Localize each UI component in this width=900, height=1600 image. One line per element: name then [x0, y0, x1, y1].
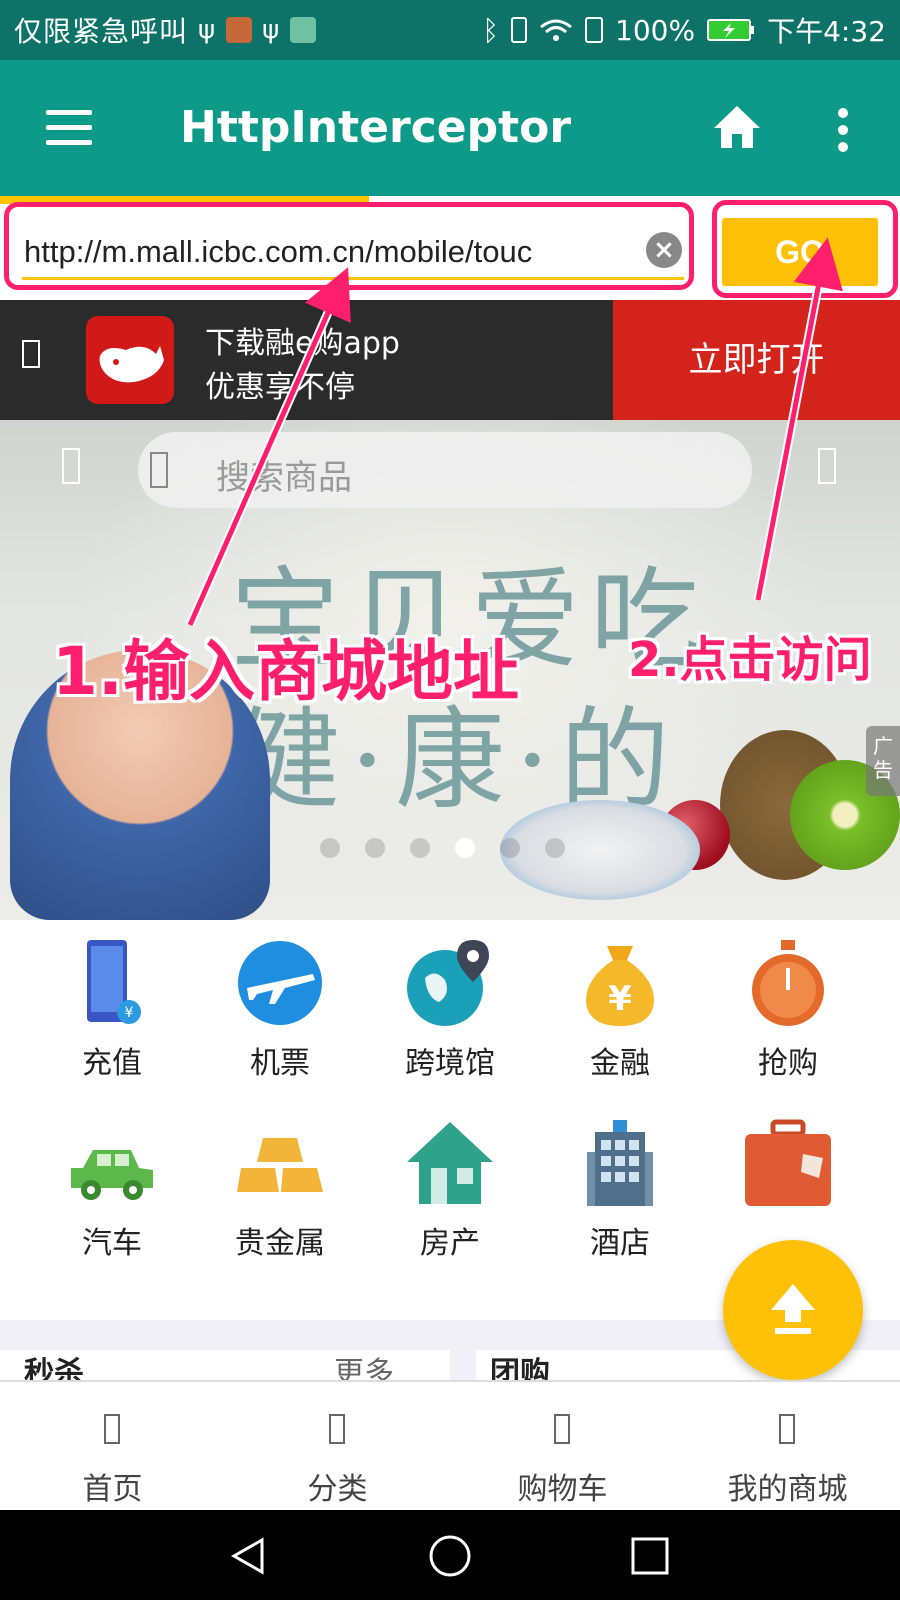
suitcase-icon [745, 1119, 831, 1206]
nav-home[interactable]: 首页 [0, 1382, 225, 1512]
category-hotel[interactable]: 酒店 [530, 1100, 710, 1270]
globe-location-icon [407, 940, 489, 1026]
category-label: 金融 [590, 1046, 650, 1081]
category-real-estate[interactable]: 房产 [360, 1100, 540, 1270]
category-label: 房产 [420, 1226, 480, 1261]
category-finance[interactable]: ¥ 金融 [530, 920, 710, 1090]
nav-category[interactable]: 分类 [225, 1382, 450, 1512]
category-flash-sale[interactable]: 抢购 [698, 920, 878, 1090]
category-flight[interactable]: 机票 [190, 920, 370, 1090]
system-navigation-bar [0, 1510, 900, 1600]
category-label: 抢购 [758, 1046, 818, 1081]
recents-icon[interactable] [630, 1536, 670, 1576]
category-label: 跨境馆 [405, 1046, 495, 1081]
nav-label: 首页 [82, 1472, 143, 1507]
upload-arrow-icon [771, 1284, 815, 1334]
bottom-navigation: 首页 分类 购物车 我的商城 [0, 1380, 900, 1512]
category-cross-border[interactable]: 跨境馆 [360, 920, 540, 1090]
home-tab-icon [104, 1414, 120, 1444]
nav-label: 我的商城 [727, 1472, 848, 1507]
hotel-icon [587, 1120, 653, 1206]
category-label: 贵金属 [235, 1226, 325, 1261]
stopwatch-icon [752, 940, 824, 1026]
cart-tab-icon [554, 1414, 570, 1444]
nav-label: 购物车 [517, 1472, 608, 1507]
airplane-icon [238, 941, 322, 1025]
annotation-step2: 2.点击访问 [628, 632, 872, 688]
svg-text:¥: ¥ [125, 1005, 134, 1021]
car-icon [71, 1150, 153, 1200]
nav-label: 分类 [307, 1472, 368, 1507]
category-car[interactable]: 汽车 [22, 1100, 202, 1270]
my-mall-tab-icon [779, 1414, 795, 1444]
category-precious-metals[interactable]: 贵金属 [190, 1100, 370, 1270]
category-label: 汽车 [82, 1226, 142, 1261]
nav-my-mall[interactable]: 我的商城 [675, 1382, 900, 1512]
category-label: 机票 [250, 1046, 310, 1081]
category-label: 酒店 [590, 1226, 650, 1261]
category-label: 充值 [82, 1046, 142, 1081]
money-bag-icon: ¥ [586, 946, 654, 1026]
scroll-top-button[interactable] [723, 1240, 863, 1380]
phone-recharge-icon: ¥ [87, 940, 141, 1024]
house-icon [407, 1122, 493, 1204]
annotation-step1: 1.输入商城地址 [52, 633, 519, 710]
home-circle-icon[interactable] [428, 1534, 472, 1578]
category-recharge[interactable]: ¥ 充值 [22, 920, 202, 1090]
gold-bars-icon [237, 1138, 323, 1192]
svg-text:¥: ¥ [608, 979, 632, 1019]
category-tab-icon [329, 1414, 345, 1444]
nav-cart[interactable]: 购物车 [450, 1382, 675, 1512]
flash-sale-card[interactable]: 秒杀 更多 [0, 1350, 450, 1391]
back-icon[interactable] [228, 1536, 268, 1576]
